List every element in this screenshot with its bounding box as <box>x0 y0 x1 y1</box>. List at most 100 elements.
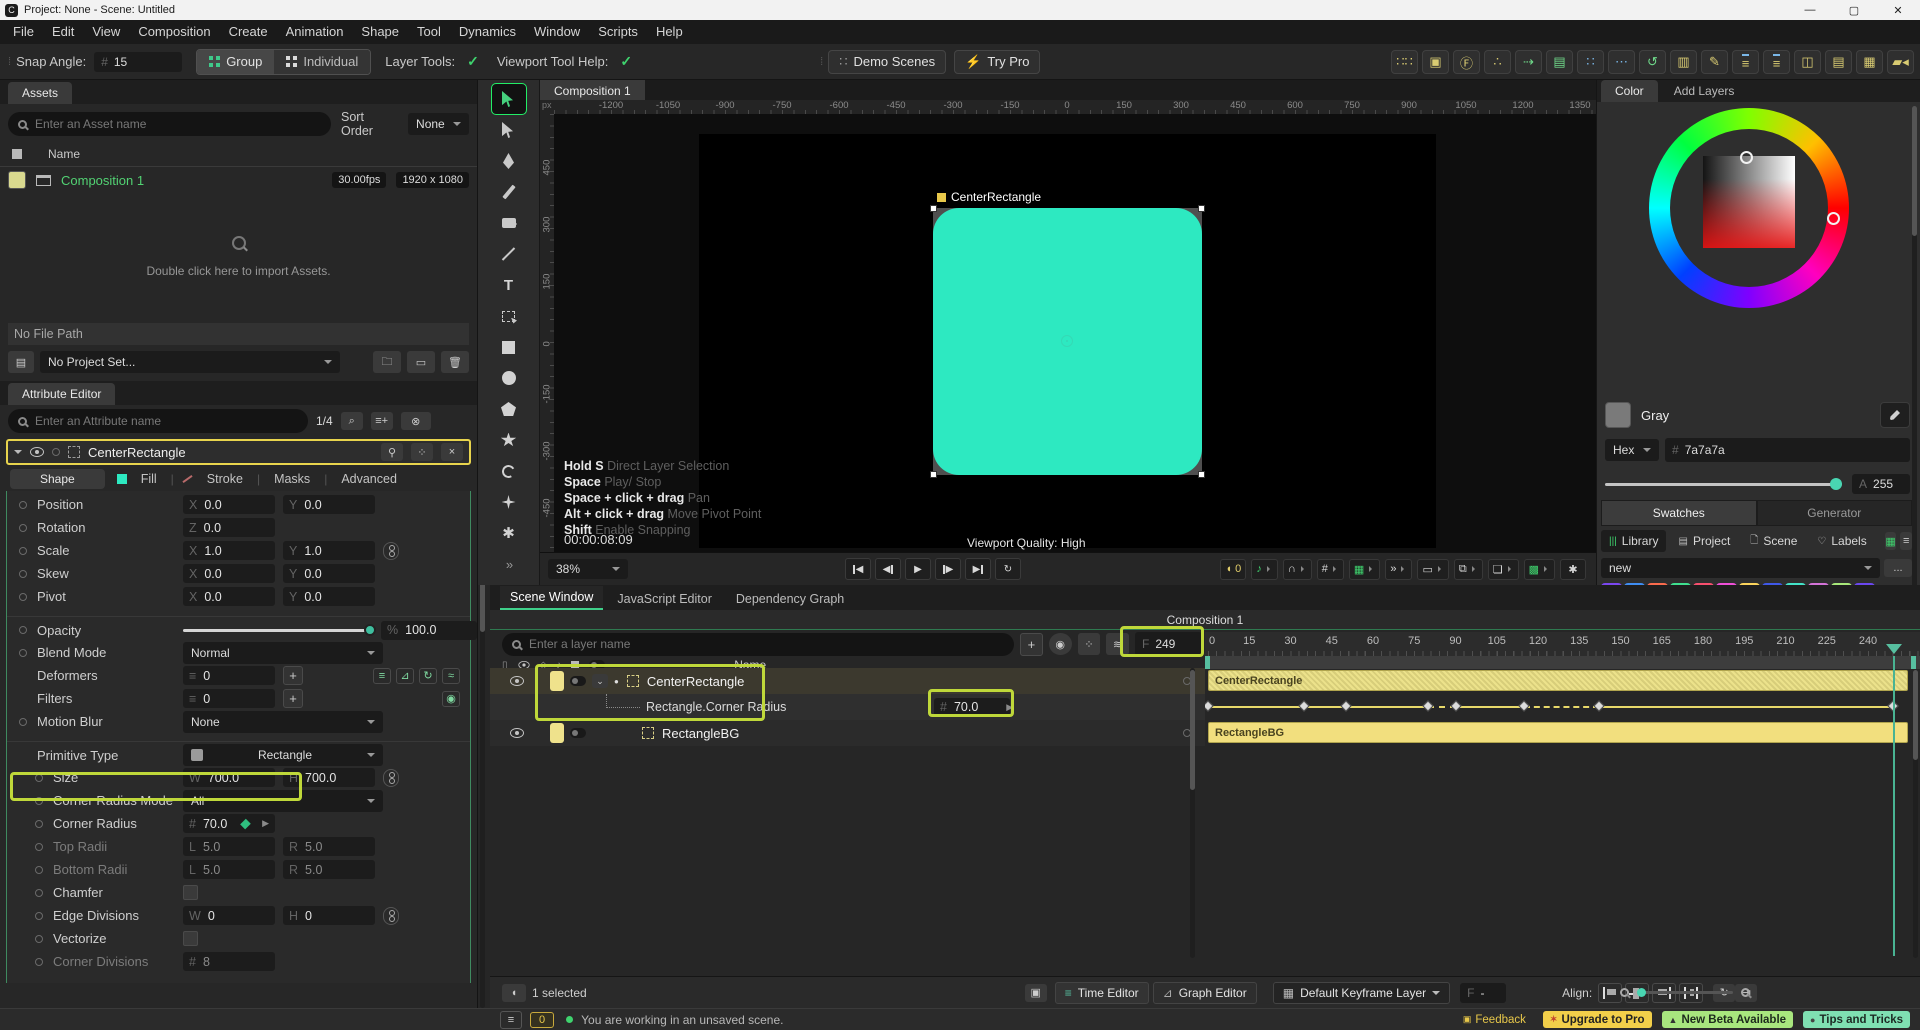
layer-search-input[interactable]: Enter a layer name <box>502 632 1015 656</box>
layer-toggle-icon[interactable] <box>570 728 586 738</box>
opacity-slider-handle[interactable] <box>364 623 376 636</box>
gear-icon[interactable]: ✱ <box>1560 558 1586 580</box>
corner-handle[interactable] <box>930 471 937 478</box>
magnet-icon[interactable]: ∩ <box>1282 558 1312 580</box>
project-set-icon-button[interactable]: ▤ <box>8 351 34 373</box>
filter-settings-icon[interactable]: ≋ <box>1106 633 1129 655</box>
statusbar-button-upgrade-to-pro[interactable]: ✶ Upgrade to Pro <box>1542 1011 1652 1028</box>
selected-node-header[interactable]: CenterRectangle ⚲ ⁘ × <box>6 439 471 465</box>
layer-list-scrollbar[interactable] <box>1190 668 1195 958</box>
alpha-field[interactable]: A 255 <box>1852 474 1910 494</box>
swatch-more-button[interactable]: ... <box>1884 559 1912 577</box>
layer-toggle-icon[interactable] <box>570 676 586 686</box>
dot-cluster-icon[interactable]: ∷ <box>1577 50 1604 74</box>
pen-tool-icon[interactable] <box>492 146 526 176</box>
attr-dot-icon[interactable] <box>19 523 27 532</box>
attr-field[interactable]: H 700.0 <box>283 768 375 787</box>
corner-handle[interactable] <box>930 205 937 212</box>
alpha-slider[interactable] <box>1605 477 1842 490</box>
duplicate-icon[interactable]: ❏ <box>1487 558 1519 580</box>
offset-frame-field[interactable]: F- <box>1460 982 1507 1003</box>
dot-row-icon[interactable]: ⋯ <box>1608 50 1635 74</box>
layers-icon[interactable]: ⧉ <box>1453 558 1483 580</box>
color-panel-scrollbar[interactable] <box>1912 106 1917 600</box>
tab-viewport-composition[interactable]: Composition 1 <box>540 80 645 100</box>
menu-window[interactable]: Window <box>525 20 589 44</box>
layer-eye-icon[interactable] <box>510 728 524 738</box>
attribute-search-input[interactable]: Enter an Attribute name <box>8 409 308 433</box>
step-forward-icon[interactable]: ▶ <box>935 558 961 580</box>
layer-row-rectanglecornerradius[interactable]: Rectangle.Corner Radius #70.0 ▶ <box>490 694 1205 720</box>
new-composition-button[interactable]: ▭ <box>407 351 435 373</box>
keyframe-diamond[interactable] <box>1592 700 1605 712</box>
attr-field[interactable]: #8 <box>183 952 275 971</box>
keyframe-diamond[interactable] <box>1422 700 1434 712</box>
attr-dot-icon[interactable] <box>35 865 43 874</box>
columns-icon[interactable]: ◫ <box>1794 50 1821 74</box>
dots-grid-icon[interactable]: ∷∷ <box>1391 50 1418 74</box>
asset-row[interactable]: Composition 1 30.00fps 1920 x 1080 <box>0 167 477 193</box>
fast-forward-icon[interactable]: » <box>1385 558 1413 580</box>
attr-field[interactable]: L 5.0 <box>183 837 275 856</box>
loop-icon[interactable]: ↻ <box>995 558 1021 580</box>
layer-color-swatch[interactable] <box>550 671 564 691</box>
close-button[interactable]: ✕ <box>1876 0 1920 20</box>
rows-icon[interactable]: ▤ <box>1825 50 1852 74</box>
open-folder-button[interactable]: 🗀 <box>373 351 401 373</box>
add-button[interactable]: + <box>283 666 303 685</box>
zoom-out-icon[interactable] <box>1620 988 1629 997</box>
list-view-button[interactable]: ≡ <box>1900 532 1912 550</box>
playhead-line[interactable] <box>1893 656 1895 956</box>
keyframe-diamond-icon[interactable] <box>990 704 997 710</box>
grid-icon[interactable]: ▦ <box>1856 50 1883 74</box>
align-left-icon[interactable] <box>1598 982 1623 1003</box>
playhead-marker[interactable] <box>1886 644 1902 654</box>
attr-dot-icon[interactable] <box>35 819 43 828</box>
swatch-source-labels[interactable]: ♡ Labels <box>1809 530 1874 552</box>
attr-select[interactable]: Normal <box>183 641 383 664</box>
snap-grid-icon[interactable]: # <box>1316 558 1344 580</box>
add-button[interactable]: + <box>283 689 303 708</box>
attr-tab-stroke[interactable]: Stroke <box>199 472 251 486</box>
attr-field[interactable]: X 1.0 <box>183 541 275 560</box>
attr-dot-icon[interactable] <box>35 957 43 966</box>
frame-offset-icon[interactable]: ◖ 0 <box>1220 558 1247 580</box>
menu-file[interactable]: File <box>4 20 43 44</box>
attr-dot-icon[interactable] <box>35 934 43 943</box>
attr-field[interactable]: Y 0.0 <box>283 587 375 606</box>
attr-field[interactable]: X 0.0 <box>183 564 275 583</box>
sv-cursor[interactable] <box>1740 151 1753 164</box>
attr-dot-icon[interactable] <box>35 773 43 782</box>
layer-row-centerrectangle[interactable]: ⌄ ● CenterRectangle <box>490 668 1205 694</box>
panels-icon[interactable]: ▦ <box>1348 558 1381 580</box>
close-node-button[interactable]: × <box>441 443 463 461</box>
snap-angle-input[interactable]: # 15 <box>94 51 183 72</box>
pen-tool-icon[interactable]: ✎ <box>1701 50 1728 74</box>
attr-field[interactable]: % 100.0 <box>381 620 477 640</box>
arc-tool-icon[interactable] <box>492 456 526 486</box>
project-set-select[interactable]: No Project Set... <box>40 351 340 373</box>
attr-count-field[interactable]: ≡ 0 <box>183 666 275 685</box>
clear-search-button[interactable]: ⊗ <box>400 412 431 430</box>
attr-dot-icon[interactable] <box>19 546 27 555</box>
attr-dot-icon[interactable] <box>35 842 43 851</box>
try-pro-button[interactable]: ⚡ Try Pro <box>954 49 1041 74</box>
corner-handle[interactable] <box>1198 205 1205 212</box>
solo-ring-icon[interactable] <box>52 448 60 456</box>
menu-edit[interactable]: Edit <box>43 20 83 44</box>
menu-dynamics[interactable]: Dynamics <box>450 20 525 44</box>
statusbar-button-feedback[interactable]: ▣ Feedback <box>1456 1011 1533 1028</box>
tl-tab-javascript-editor[interactable]: JavaScript Editor <box>607 588 721 610</box>
isolate-ic[interactable]: ⁘ <box>1077 633 1101 655</box>
keyframe-layer-select[interactable]: ▦ Default Keyframe Layer <box>1272 981 1451 1004</box>
settings-tool-icon[interactable]: ✱ <box>492 518 526 548</box>
statusbar-button-tips-and-tricks[interactable]: ● Tips and Tricks <box>1803 1011 1910 1028</box>
swatch-source-library[interactable]: ||| Library <box>1601 530 1667 552</box>
align-top-icon[interactable]: ≡ <box>1732 50 1759 74</box>
grid-view-button[interactable]: ▦ <box>1884 532 1897 550</box>
current-color-swatch[interactable] <box>1605 402 1631 428</box>
expression-arrow-icon[interactable]: ▶ <box>262 818 269 829</box>
zoom-in-icon[interactable] <box>1741 988 1750 997</box>
polygon-tool-icon[interactable] <box>492 394 526 424</box>
individual-mode-button[interactable]: Individual <box>274 49 371 74</box>
